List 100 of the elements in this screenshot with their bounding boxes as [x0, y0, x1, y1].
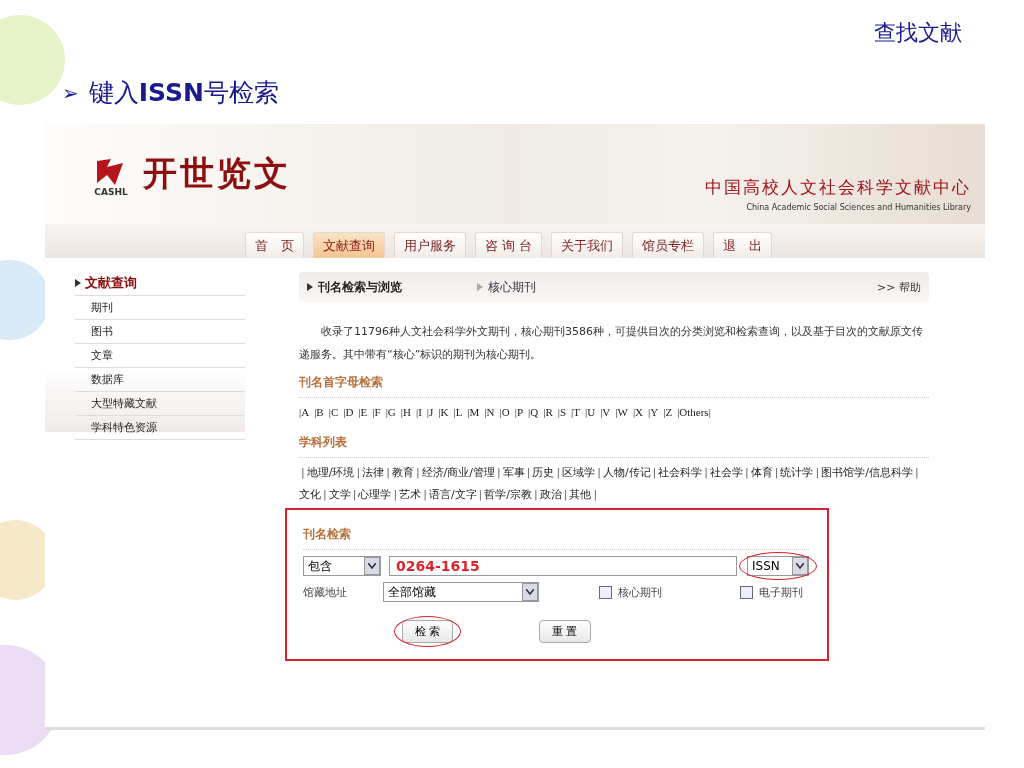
- subject-link[interactable]: 政治: [539, 488, 562, 501]
- logo-text: 开世览文: [143, 152, 291, 195]
- nav-tab[interactable]: 文献查询: [313, 232, 385, 258]
- letter-link[interactable]: |Y: [648, 406, 659, 418]
- letter-link[interactable]: |E: [358, 406, 368, 418]
- sidebar-item[interactable]: 数据库: [75, 368, 245, 392]
- form-button[interactable]: 检 索: [401, 620, 453, 643]
- nav-tab[interactable]: 首 页: [245, 232, 304, 258]
- sidebar-item[interactable]: 文章: [75, 344, 245, 368]
- subject-link[interactable]: 社会科学: [658, 466, 703, 479]
- letter-link[interactable]: |A: [299, 406, 310, 418]
- nav-tab[interactable]: 关于我们: [551, 232, 624, 258]
- separator: |: [526, 466, 531, 479]
- subject-link[interactable]: 艺术: [399, 488, 422, 501]
- sidebar-item[interactable]: 图书: [75, 320, 245, 344]
- separator: |: [386, 466, 390, 479]
- subject-link[interactable]: 哲学/宗教: [484, 488, 533, 501]
- letter-link[interactable]: |L: [453, 406, 463, 418]
- letter-link[interactable]: |J: [426, 406, 434, 418]
- letter-link[interactable]: |G: [385, 406, 396, 418]
- bullet-arrow: ➢: [62, 80, 79, 105]
- subject-link[interactable]: 地理/环境: [306, 466, 355, 479]
- form-button[interactable]: 重 置: [539, 620, 591, 643]
- help-link[interactable]: >> 帮助: [877, 279, 921, 295]
- separator: |: [323, 488, 327, 501]
- logo-caption: CASHL: [94, 187, 128, 197]
- letter-link[interactable]: |U: [585, 406, 596, 418]
- subject-link[interactable]: 语言/文字: [428, 488, 477, 501]
- sidebar-item[interactable]: 学科特色资源: [75, 416, 245, 440]
- subject-link[interactable]: 统计学: [780, 466, 814, 479]
- subject-link[interactable]: 其他: [569, 488, 592, 501]
- subject-link[interactable]: 心理学: [358, 488, 392, 501]
- section-title: 刊名首字母检索: [299, 366, 929, 398]
- checkbox[interactable]: [599, 585, 612, 599]
- letter-link[interactable]: |M: [467, 406, 480, 418]
- separator: |: [301, 466, 305, 479]
- separator: |: [597, 466, 601, 479]
- letter-link[interactable]: |Q: [528, 406, 539, 418]
- subject-link[interactable]: 经济/商业/管理: [421, 466, 495, 479]
- letter-link[interactable]: |I: [415, 406, 422, 418]
- subject-link[interactable]: 人物/传记: [602, 466, 651, 479]
- letter-link[interactable]: |T: [571, 406, 580, 418]
- subject-link[interactable]: 军事: [502, 466, 525, 479]
- nav-tab[interactable]: 馆员专栏: [632, 232, 705, 258]
- letter-link[interactable]: |O: [499, 406, 510, 418]
- separator: |: [534, 488, 538, 501]
- separator: |: [704, 466, 709, 479]
- subject-link[interactable]: 历史: [532, 466, 555, 479]
- letter-link[interactable]: |Z: [663, 406, 673, 418]
- separator: |: [415, 466, 420, 479]
- letter-link[interactable]: |B: [314, 406, 324, 418]
- separator: |: [774, 466, 779, 479]
- panel-tab[interactable]: 刊名检索与浏览: [307, 278, 477, 296]
- letter-link[interactable]: |Others|: [677, 406, 711, 418]
- subject-link[interactable]: 教育: [391, 466, 414, 479]
- panel-tab[interactable]: 核心期刊: [477, 278, 647, 296]
- section-title: 刊名检索: [303, 518, 809, 550]
- nav-tab[interactable]: 用户服务: [394, 232, 466, 258]
- letter-link[interactable]: |K: [438, 406, 449, 418]
- letter-link[interactable]: |C: [328, 406, 339, 418]
- separator: |: [423, 488, 427, 501]
- letter-link[interactable]: |S: [557, 406, 567, 418]
- location-select[interactable]: 全部馆藏: [383, 582, 539, 602]
- subject-link[interactable]: 文化: [299, 488, 321, 501]
- letter-link[interactable]: |H: [400, 406, 411, 418]
- checkbox-label: 核心期刊: [618, 584, 662, 600]
- intro-text: 收录了11796种人文社会科学外文期刊，核心期刊3586种，可提供目次的分类浏览和检索查询，以及基于目次的文献原文传递服务。其中带有“核心”标识的期刊为核心期刊。: [299, 324, 924, 363]
- sidebar-title: 文献查询: [85, 274, 137, 292]
- dropdown-caret-icon: [364, 557, 380, 575]
- letter-link[interactable]: |V: [600, 406, 611, 418]
- subject-link[interactable]: 体育: [750, 466, 773, 479]
- query-field[interactable]: 0264-1615: [389, 556, 737, 576]
- field-select[interactable]: ISSN: [747, 556, 809, 576]
- separator: |: [563, 488, 568, 501]
- letter-link[interactable]: |F: [372, 406, 381, 418]
- separator: |: [652, 466, 657, 479]
- letter-link[interactable]: |N: [484, 406, 495, 418]
- nav-tab[interactable]: 咨 询 台: [475, 232, 543, 258]
- nav-tab[interactable]: 退 出: [713, 232, 773, 258]
- separator: |: [356, 466, 361, 479]
- subject-link[interactable]: 法律: [362, 466, 385, 479]
- checkbox[interactable]: [740, 585, 753, 599]
- subject-link[interactable]: 图书馆学/信息科学: [821, 466, 913, 479]
- subject-link[interactable]: 文学: [328, 488, 351, 501]
- match-select[interactable]: 包含: [303, 556, 381, 576]
- org-name-english: China Academic Social Sciences and Humanities Library: [746, 203, 971, 212]
- letter-link[interactable]: |P: [514, 406, 524, 418]
- letter-link[interactable]: |X: [632, 406, 644, 418]
- subject-link[interactable]: 区域学: [562, 466, 596, 479]
- sidebar-item[interactable]: 大型特藏文献: [75, 392, 245, 416]
- letter-link[interactable]: |R: [543, 406, 553, 418]
- slide-heading: 键入ISSN号检索: [88, 77, 279, 109]
- subject-link[interactable]: 社会学: [710, 466, 744, 479]
- letter-link[interactable]: |D: [343, 406, 354, 418]
- separator: |: [497, 466, 501, 479]
- slide-corner-title: 查找文献: [874, 19, 962, 47]
- sidebar-item[interactable]: 期刊: [75, 296, 245, 320]
- separator: |: [815, 466, 820, 479]
- letter-link[interactable]: |W: [615, 406, 628, 418]
- location-label: 馆藏地址: [303, 584, 348, 600]
